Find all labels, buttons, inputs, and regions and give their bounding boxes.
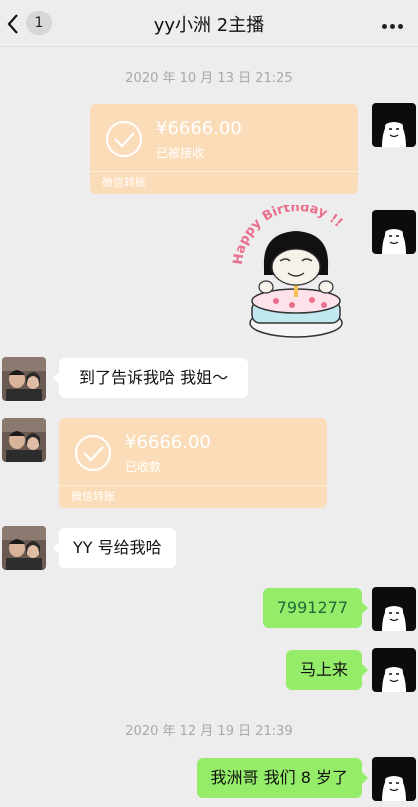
check-circle-icon — [106, 121, 142, 157]
dot-icon — [397, 24, 403, 29]
more-options-button[interactable] — [380, 14, 406, 32]
transfer-footer: 微信转账 — [90, 171, 358, 194]
transfer-amount: ¥6666.00 — [156, 118, 242, 139]
transfer-amount: ¥6666.00 — [125, 432, 211, 453]
avatar-image — [372, 757, 416, 801]
avatar-image — [2, 418, 46, 462]
my-avatar[interactable] — [372, 648, 416, 692]
my-avatar[interactable] — [372, 210, 416, 254]
my-avatar[interactable] — [372, 587, 416, 631]
avatar-image — [372, 648, 416, 692]
transfer-card[interactable]: ¥6666.00 已被接收 微信转账 — [90, 104, 358, 194]
transfer-status: 已收款 — [125, 460, 162, 474]
message-bubble[interactable]: 马上来 — [285, 650, 369, 690]
contact-avatar[interactable] — [2, 357, 46, 401]
my-avatar[interactable] — [372, 103, 416, 147]
avatar-image — [372, 587, 416, 631]
transfer-status: 已被接收 — [156, 146, 205, 160]
dot-icon — [381, 24, 387, 29]
avatar-image — [372, 210, 416, 254]
message-bubble[interactable]: YY 号给我哈 — [53, 528, 176, 568]
contact-avatar[interactable] — [2, 418, 46, 462]
sticker-image: Happy Birthday !! — [231, 200, 345, 338]
message-bubble[interactable]: 我洲哥 我们 8 岁了 — [196, 758, 369, 798]
message-bubble[interactable]: 到了告诉我哈 我姐～ — [52, 358, 249, 398]
chat-header: 1 yy小洲 2主播 — [0, 0, 418, 47]
timestamp: 2020 年 10 月 13 日 21:25 — [125, 71, 293, 86]
chat-title: yy小洲 2主播 — [153, 15, 265, 36]
timestamp: 2020 年 12 月 19 日 21:39 — [125, 724, 293, 739]
message-bubble[interactable]: 7991277 — [262, 588, 369, 628]
birthday-sticker[interactable]: Happy Birthday !! — [231, 200, 360, 343]
avatar-image — [372, 103, 416, 147]
transfer-footer: 微信转账 — [59, 485, 327, 508]
my-avatar[interactable] — [372, 757, 416, 801]
check-circle-icon — [75, 435, 111, 471]
contact-avatar[interactable] — [2, 526, 46, 570]
avatar-image — [2, 526, 46, 570]
avatar-image — [2, 357, 46, 401]
dot-icon — [389, 24, 395, 29]
transfer-card[interactable]: ¥6666.00 已收款 微信转账 — [59, 418, 327, 508]
